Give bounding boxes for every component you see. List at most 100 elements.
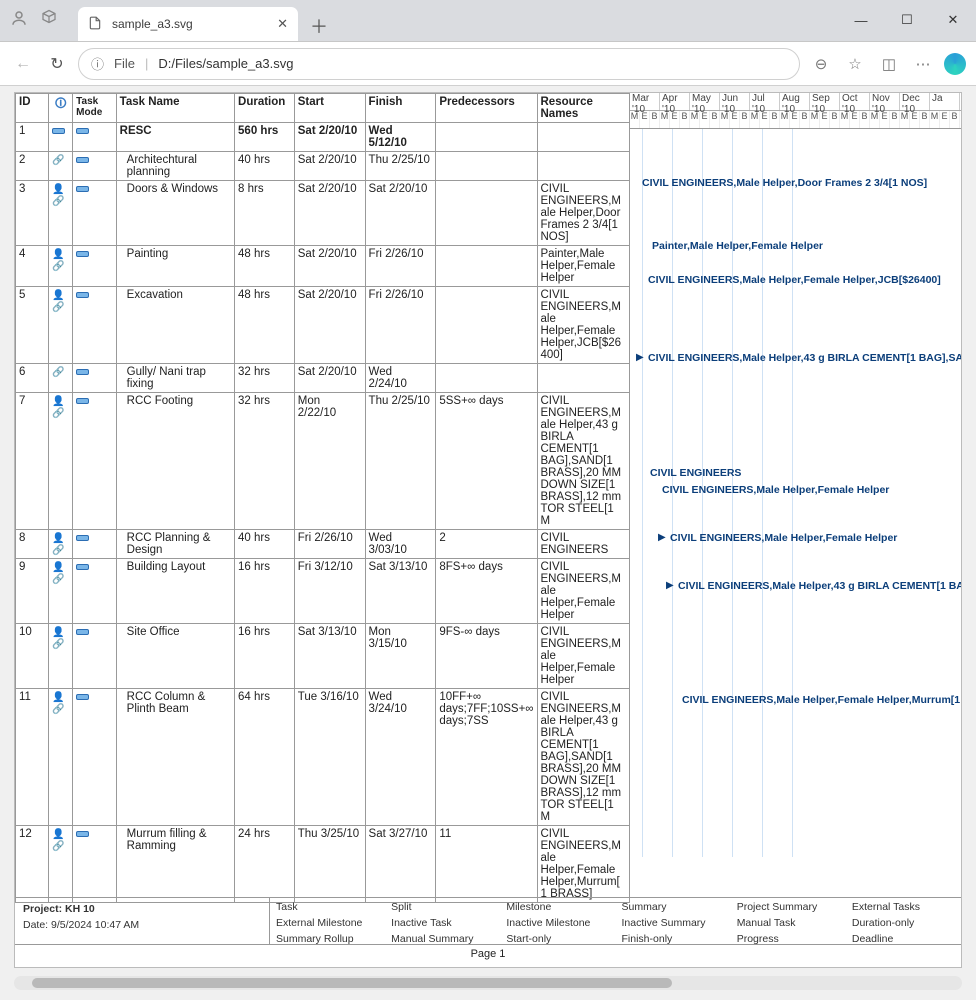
cell-duration: 32 hrs: [235, 364, 295, 393]
timeline-tick: B: [920, 111, 930, 128]
cell-resources: CIVIL ENGINEERS: [537, 530, 630, 559]
cell-mode: [73, 152, 117, 181]
table-row[interactable]: 5👤 🔗Excavation48 hrsSat 2/20/10Fri 2/26/…: [16, 287, 630, 364]
horizontal-scrollbar[interactable]: [14, 976, 962, 990]
timeline-tick: B: [770, 111, 780, 128]
timeline-tick: E: [820, 111, 830, 128]
cell-resources: CIVIL ENGINEERS,Male Helper,Female Helpe…: [537, 826, 630, 903]
table-row[interactable]: 2🔗Architechtural planning40 hrsSat 2/20/…: [16, 152, 630, 181]
timeline-tick: M: [930, 111, 940, 128]
col-id: ID: [16, 94, 49, 123]
legend-item: Milestone: [506, 900, 609, 916]
cell-task-name: Painting: [116, 246, 234, 287]
timeline-tick: B: [800, 111, 810, 128]
user-icon[interactable]: [10, 9, 28, 32]
file-icon: [88, 16, 102, 33]
table-row[interactable]: 12👤 🔗Murrum filling & Ramming24 hrsThu 3…: [16, 826, 630, 903]
cell-start: Sat 2/20/10: [294, 181, 365, 246]
refresh-button[interactable]: ↻: [44, 54, 70, 74]
gantt-bar-label: CIVIL ENGINEERS: [650, 467, 741, 479]
cell-resources: [537, 364, 630, 393]
timeline-tick: E: [790, 111, 800, 128]
col-predecessors: Predecessors: [436, 94, 537, 123]
legend-item: Project Summary: [737, 900, 840, 916]
cell-id: 11: [16, 689, 49, 826]
minimize-button[interactable]: ―: [838, 0, 884, 41]
col-resources: Resource Names: [537, 94, 630, 123]
table-row[interactable]: 7👤 🔗RCC Footing32 hrsMon 2/22/10Thu 2/25…: [16, 393, 630, 530]
gantt-bar-label: CIVIL ENGINEERS,Male Helper,43 g BIRLA C…: [678, 580, 961, 592]
timeline-tick: M: [630, 111, 640, 128]
cell-task-name: Building Layout: [116, 559, 234, 624]
cell-predecessors: 10FF+∞ days;7FF;10SS+∞ days;7SS: [436, 689, 537, 826]
table-row[interactable]: 11👤 🔗RCC Column & Plinth Beam64 hrsTue 3…: [16, 689, 630, 826]
window-titlebar: sample_a3.svg ✕ ＋ ― ☐ ✕: [0, 0, 976, 42]
url-field[interactable]: ⓘ File | D:/Files/sample_a3.svg: [78, 48, 800, 80]
timeline-tick: E: [640, 111, 650, 128]
cell-indicator: 🔗: [49, 364, 73, 393]
maximize-button[interactable]: ☐: [884, 0, 930, 41]
cell-predecessors: [436, 123, 537, 152]
address-bar: ← ↻ ⓘ File | D:/Files/sample_a3.svg ⊖ ☆ …: [0, 42, 976, 86]
legend-item: External Tasks: [852, 900, 955, 916]
cell-duration: 16 hrs: [235, 624, 295, 689]
table-row[interactable]: 9👤 🔗Building Layout16 hrsFri 3/12/10Sat …: [16, 559, 630, 624]
timeline-tick: M: [780, 111, 790, 128]
cell-task-name: RCC Footing: [116, 393, 234, 530]
cell-finish: Thu 2/25/10: [365, 393, 436, 530]
cell-predecessors: [436, 246, 537, 287]
timeline-tick: E: [910, 111, 920, 128]
cell-duration: 40 hrs: [235, 530, 295, 559]
cell-id: 7: [16, 393, 49, 530]
timeline-month: May '10: [690, 93, 720, 110]
cell-start: Sat 2/20/10: [294, 287, 365, 364]
table-row[interactable]: 3👤 🔗Doors & Windows8 hrsSat 2/20/10Sat 2…: [16, 181, 630, 246]
split-screen-icon[interactable]: ◫: [876, 55, 902, 73]
zoom-icon[interactable]: ⊖: [808, 55, 834, 73]
table-row[interactable]: 1RESC560 hrsSat 2/20/10Wed 5/12/10: [16, 123, 630, 152]
timeline-tick: E: [730, 111, 740, 128]
cell-indicator: 👤 🔗: [49, 246, 73, 287]
gantt-arrow-icon: ▶: [636, 352, 644, 363]
cell-task-name: Architechtural planning: [116, 152, 234, 181]
legend-item: Summary: [622, 900, 725, 916]
timeline-tick: B: [860, 111, 870, 128]
cell-indicator: 👤 🔗: [49, 559, 73, 624]
close-button[interactable]: ✕: [930, 0, 976, 41]
url-scheme: File: [114, 56, 135, 71]
cell-indicator: 👤 🔗: [49, 624, 73, 689]
scrollbar-thumb[interactable]: [32, 978, 672, 988]
more-icon[interactable]: ⋯: [910, 55, 936, 73]
col-task-mode: Task Mode: [73, 94, 117, 123]
table-row[interactable]: 4👤 🔗Painting48 hrsSat 2/20/10Fri 2/26/10…: [16, 246, 630, 287]
timeline-tick: E: [670, 111, 680, 128]
cell-predecessors: 11: [436, 826, 537, 903]
cell-task-name: Doors & Windows: [116, 181, 234, 246]
copilot-icon[interactable]: [944, 53, 966, 75]
cell-resources: Painter,Male Helper,Female Helper: [537, 246, 630, 287]
table-row[interactable]: 6🔗Gully/ Nani trap fixing32 hrsSat 2/20/…: [16, 364, 630, 393]
gantt-bar-label: CIVIL ENGINEERS,Male Helper,Female Helpe…: [662, 484, 889, 496]
cell-predecessors: 2: [436, 530, 537, 559]
browser-tab[interactable]: sample_a3.svg ✕: [78, 7, 298, 41]
new-tab-button[interactable]: ＋: [304, 11, 334, 41]
gantt-bar-label: CIVIL ENGINEERS,Male Helper,43 g BIRLA C…: [648, 352, 961, 364]
task-table: ID 🛈 Task Mode Task Name Duration Start …: [15, 93, 630, 903]
cell-duration: 24 hrs: [235, 826, 295, 903]
favorite-icon[interactable]: ☆: [842, 55, 868, 73]
tab-close-icon[interactable]: ✕: [277, 16, 288, 32]
legend: Project: KH 10 Date: 9/5/2024 10:47 AM T…: [15, 897, 961, 945]
table-row[interactable]: 8👤 🔗RCC Planning & Design40 hrsFri 2/26/…: [16, 530, 630, 559]
table-row[interactable]: 10👤 🔗Site Office16 hrsSat 3/13/10Mon 3/1…: [16, 624, 630, 689]
cell-indicator: 👤 🔗: [49, 287, 73, 364]
cell-id: 8: [16, 530, 49, 559]
cell-resources: [537, 152, 630, 181]
workspaces-icon[interactable]: [40, 9, 58, 32]
timeline-month: Ja: [930, 93, 960, 110]
info-icon: ⓘ: [91, 54, 104, 73]
cell-start: Tue 3/16/10: [294, 689, 365, 826]
gantt-bar-label: Painter,Male Helper,Female Helper: [652, 240, 823, 252]
timeline-tick: B: [710, 111, 720, 128]
back-button[interactable]: ←: [10, 55, 36, 73]
cell-task-name: Excavation: [116, 287, 234, 364]
